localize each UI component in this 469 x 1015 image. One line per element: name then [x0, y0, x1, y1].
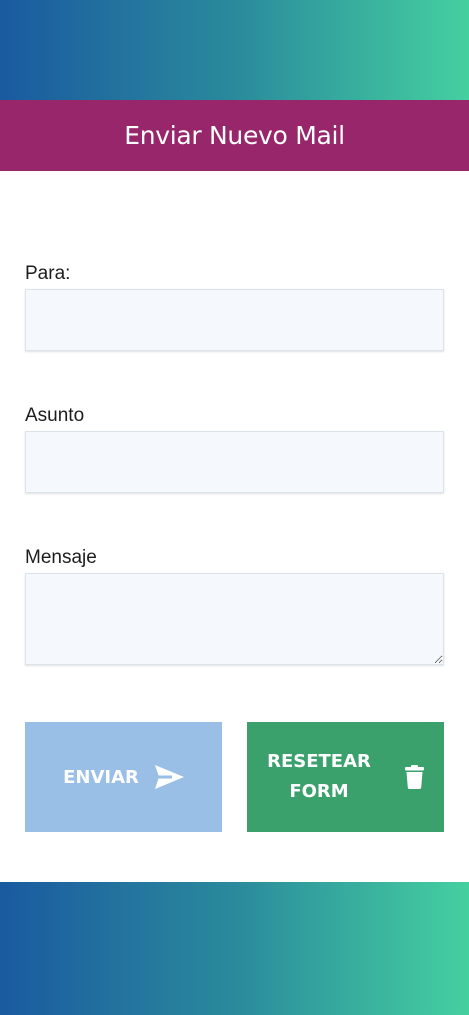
send-button[interactable]: ENVIAR: [25, 722, 222, 832]
subject-label: Asunto: [25, 405, 85, 426]
page-title: Enviar Nuevo Mail: [124, 121, 345, 150]
bottom-gradient-band: [0, 882, 469, 1015]
trash-icon: [404, 765, 424, 789]
message-label: Mensaje: [25, 547, 97, 568]
subject-input[interactable]: [25, 431, 444, 493]
to-input[interactable]: [25, 289, 444, 351]
send-button-label: ENVIAR: [63, 766, 139, 788]
title-bar: Enviar Nuevo Mail: [0, 100, 469, 171]
message-textarea[interactable]: [25, 573, 444, 665]
reset-button-label: RESETEAR FORM: [267, 751, 371, 802]
paper-plane-icon: [154, 765, 184, 789]
reset-form-button[interactable]: RESETEAR FORM: [247, 722, 444, 832]
to-label: Para:: [25, 263, 71, 284]
top-gradient-band: [0, 0, 469, 100]
